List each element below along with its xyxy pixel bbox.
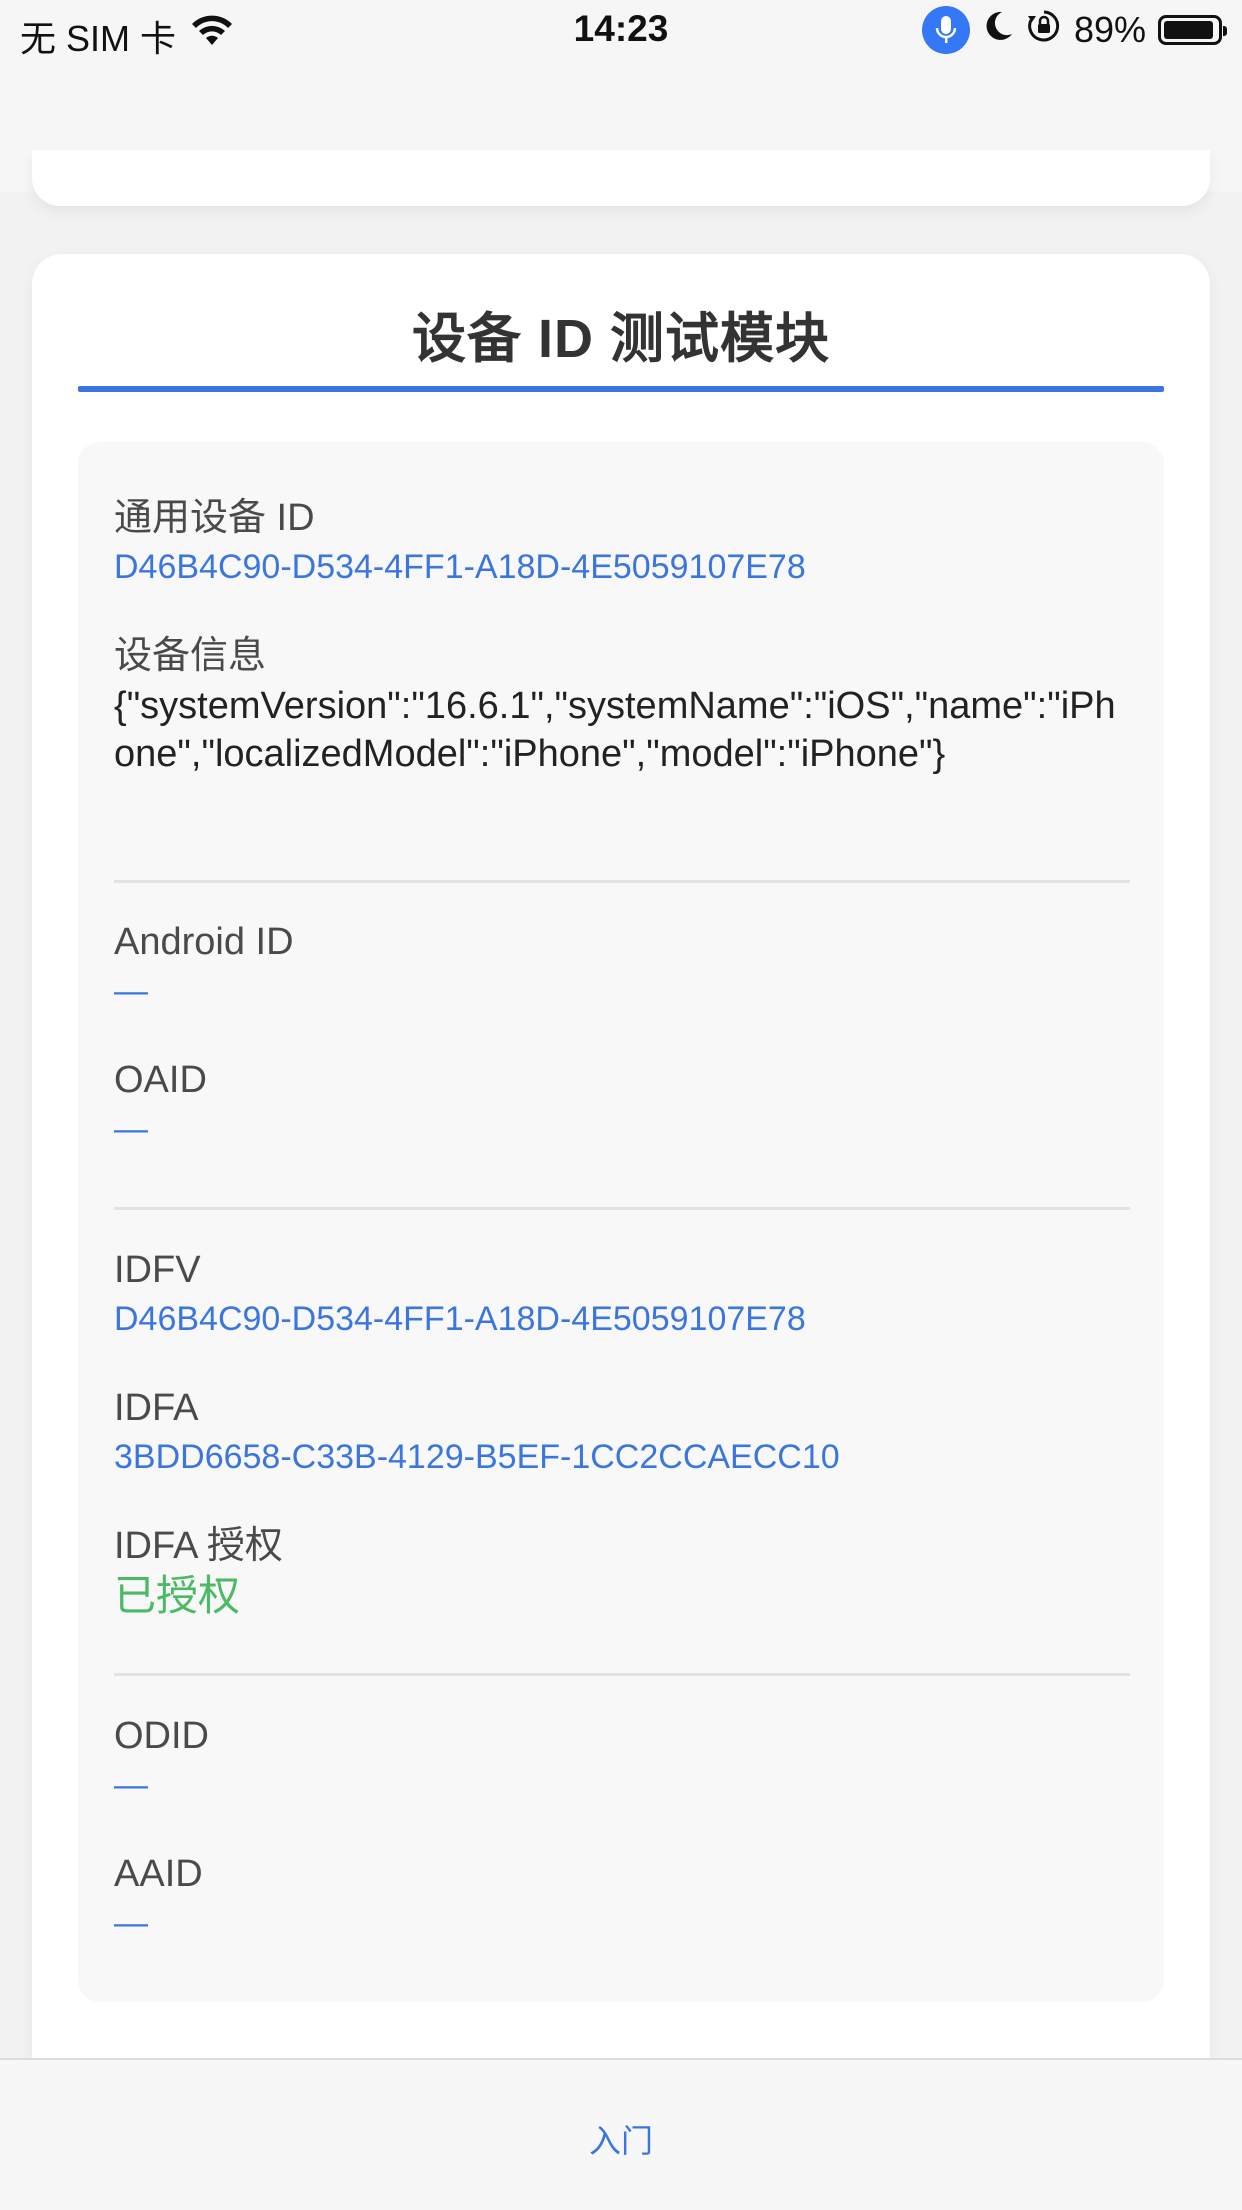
divider — [114, 880, 1130, 883]
odid-value: — — [114, 1766, 148, 1804]
previous-card-edge — [32, 150, 1210, 206]
idfv-field: IDFV D46B4C90-D534-4FF1-A18D-4E5059107E7… — [114, 1246, 1130, 1342]
idfa-auth-status: 已授权 — [114, 1572, 241, 1619]
aaid-label: AAID — [114, 1853, 203, 1895]
universal-id-field: 通用设备 ID D46B4C90-D534-4FF1-A18D-4E505910… — [114, 494, 1130, 590]
idfv-value: D46B4C90-D534-4FF1-A18D-4E5059107E78 — [114, 1300, 806, 1338]
oaid-label: OAID — [114, 1059, 207, 1101]
aaid-field: AAID — — [114, 1850, 1130, 1946]
idfa-auth-field: IDFA 授权 已授权 — [114, 1522, 1130, 1622]
device-id-card: 设备 ID 测试模块 通用设备 ID D46B4C90-D534-4FF1-A1… — [32, 254, 1210, 2084]
android-id-field: Android ID — — [114, 918, 1130, 1014]
universal-id-value: D46B4C90-D534-4FF1-A18D-4E5059107E78 — [114, 548, 806, 586]
battery-icon — [1158, 15, 1227, 45]
divider — [114, 1207, 1130, 1210]
moon-icon — [982, 9, 1014, 52]
idfa-auth-label: IDFA 授权 — [114, 1525, 283, 1567]
device-info-label: 设备信息 — [114, 635, 267, 677]
odid-label: ODID — [114, 1715, 209, 1757]
card-title: 设备 ID 测试模块 — [411, 309, 830, 369]
status-bar: 无 SIM 卡 14:23 89% — [0, 0, 1242, 62]
oaid-value: — — [114, 1110, 148, 1148]
tab-getting-started[interactable]: 入门 — [0, 2116, 1242, 2162]
idfa-label: IDFA — [114, 1387, 199, 1429]
title-underline — [78, 386, 1164, 392]
oaid-field: OAID — — [114, 1056, 1130, 1152]
android-id-label: Android ID — [114, 921, 294, 963]
aaid-value: — — [114, 1904, 148, 1942]
idfv-label: IDFV — [114, 1249, 201, 1291]
tab-bar: 入门 — [0, 2058, 1242, 2210]
android-id-value: — — [114, 972, 148, 1010]
universal-id-label: 通用设备 ID — [114, 497, 315, 539]
odid-field: ODID — — [114, 1712, 1130, 1808]
idfa-value: 3BDD6658-C33B-4129-B5EF-1CC2CCAECC10 — [114, 1438, 840, 1476]
battery-percent: 89% — [1073, 9, 1146, 50]
device-info-value: {"systemVersion":"16.6.1","systemName":"… — [114, 685, 1116, 775]
orientation-lock-icon — [1026, 8, 1062, 53]
divider — [114, 1673, 1130, 1676]
device-id-panel: 通用设备 ID D46B4C90-D534-4FF1-A18D-4E505910… — [78, 442, 1164, 2002]
device-info-field: 设备信息 {"systemVersion":"16.6.1","systemNa… — [114, 632, 1130, 778]
microphone-icon — [921, 6, 970, 54]
idfa-field: IDFA 3BDD6658-C33B-4129-B5EF-1CC2CCAECC1… — [114, 1384, 1130, 1480]
